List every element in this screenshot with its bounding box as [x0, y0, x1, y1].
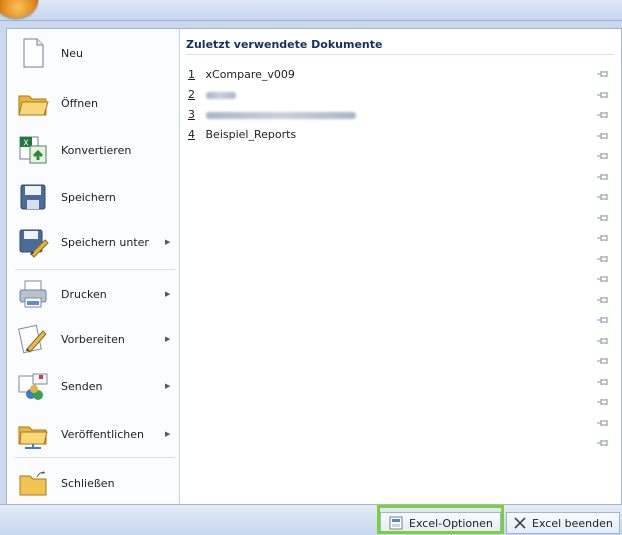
- document-name: Beispiel_Reports: [205, 128, 297, 141]
- recent-document-item[interactable]: 2: [188, 88, 236, 101]
- office-menu-commands: Neu Öffnen X Konvertieren Speichern Spei…: [7, 29, 180, 505]
- printer-icon: [19, 280, 47, 308]
- pin-icon[interactable]: [596, 438, 610, 448]
- ribbon-top-bar: [0, 0, 622, 21]
- pin-icon[interactable]: [596, 192, 610, 202]
- pin-icon[interactable]: [596, 418, 610, 428]
- pin-icon[interactable]: [596, 274, 610, 284]
- menu-item-senden[interactable]: Senden ▶: [7, 364, 179, 408]
- menu-item-label: Öffnen: [61, 96, 98, 110]
- document-index: 3: [188, 108, 195, 121]
- new-document-icon: [23, 38, 44, 68]
- recent-document-item[interactable]: 1 xCompare_v009: [188, 68, 295, 81]
- convert-icon: X: [19, 136, 47, 164]
- recent-documents-title: Zuletzt verwendete Dokumente: [186, 38, 383, 51]
- office-menu: Neu Öffnen X Konvertieren Speichern Spei…: [6, 28, 622, 506]
- excel-options-highlight: [377, 505, 504, 534]
- save-disk-icon: [20, 184, 46, 210]
- document-index: 2: [188, 88, 195, 101]
- pin-icon[interactable]: [596, 110, 610, 120]
- menu-item-label: Speichern unter: [61, 235, 149, 249]
- svg-text:X: X: [23, 139, 29, 148]
- submenu-arrow-icon: ▶: [165, 335, 171, 343]
- menu-item-label: Veröffentlichen: [61, 427, 144, 441]
- menu-item-label: Vorbereiten: [61, 332, 125, 346]
- menu-item-label: Schließen: [61, 476, 115, 490]
- prepare-icon: [18, 324, 47, 354]
- blurred-document-name: [205, 91, 236, 99]
- menu-item-label: Neu: [61, 46, 83, 60]
- recent-documents-panel: Zuletzt verwendete Dokumente 1 xCompare_…: [180, 29, 621, 505]
- pin-icon[interactable]: [596, 295, 610, 305]
- menu-item-label: Konvertieren: [61, 143, 132, 157]
- pin-icon[interactable]: [596, 213, 610, 223]
- send-icon: [18, 373, 48, 400]
- document-name: xCompare_v009: [205, 68, 295, 81]
- menu-item-label: Senden: [61, 379, 103, 393]
- pin-icon[interactable]: [596, 315, 610, 325]
- menu-item-speichern[interactable]: Speichern: [7, 175, 179, 219]
- menu-item-label: Speichern: [61, 190, 116, 204]
- menu-item-schliessen[interactable]: Schließen: [7, 461, 179, 505]
- menu-item-neu[interactable]: Neu: [7, 31, 179, 75]
- excel-exit-label: Excel beenden: [532, 516, 613, 530]
- pin-icon[interactable]: [596, 397, 610, 407]
- open-folder-icon: [18, 95, 49, 116]
- close-folder-icon: [19, 471, 47, 496]
- close-icon: [514, 517, 526, 529]
- pin-icon[interactable]: [596, 336, 610, 346]
- menu-item-drucken[interactable]: Drucken ▶: [7, 272, 179, 316]
- menu-item-speichern-unter[interactable]: Speichern unter ▶: [7, 220, 179, 264]
- save-as-icon: [19, 229, 49, 258]
- menu-separator: [15, 457, 175, 458]
- document-index: 4: [188, 128, 195, 141]
- menu-item-oeffnen[interactable]: Öffnen: [7, 81, 179, 125]
- pin-icon[interactable]: [596, 131, 610, 141]
- recent-document-item[interactable]: 4 Beispiel_Reports: [188, 128, 296, 141]
- pin-icon[interactable]: [596, 233, 610, 243]
- submenu-arrow-icon: ▶: [165, 238, 171, 246]
- pin-icon[interactable]: [596, 254, 610, 264]
- menu-item-veroeffentlichen[interactable]: Veröffentlichen ▶: [7, 412, 179, 456]
- document-index: 1: [188, 68, 195, 81]
- recent-documents-divider: [186, 54, 614, 55]
- pin-icon[interactable]: [596, 90, 610, 100]
- submenu-arrow-icon: ▶: [165, 382, 171, 390]
- pin-icon[interactable]: [596, 172, 610, 182]
- submenu-arrow-icon: ▶: [165, 290, 171, 298]
- menu-item-label: Drucken: [61, 287, 107, 301]
- pin-icon[interactable]: [596, 69, 610, 79]
- excel-exit-button[interactable]: Excel beenden: [506, 512, 620, 534]
- publish-icon: [18, 426, 48, 449]
- pin-icon[interactable]: [596, 377, 610, 387]
- pin-icon[interactable]: [596, 356, 610, 366]
- recent-document-item[interactable]: 3: [188, 108, 356, 121]
- menu-item-konvertieren[interactable]: X Konvertieren: [7, 128, 179, 172]
- pin-icon[interactable]: [596, 151, 610, 161]
- office-button-icon[interactable]: [0, 0, 38, 18]
- blurred-document-name: [205, 111, 356, 119]
- submenu-arrow-icon: ▶: [165, 430, 171, 438]
- menu-separator: [15, 269, 175, 270]
- menu-item-vorbereiten[interactable]: Vorbereiten ▶: [7, 317, 179, 361]
